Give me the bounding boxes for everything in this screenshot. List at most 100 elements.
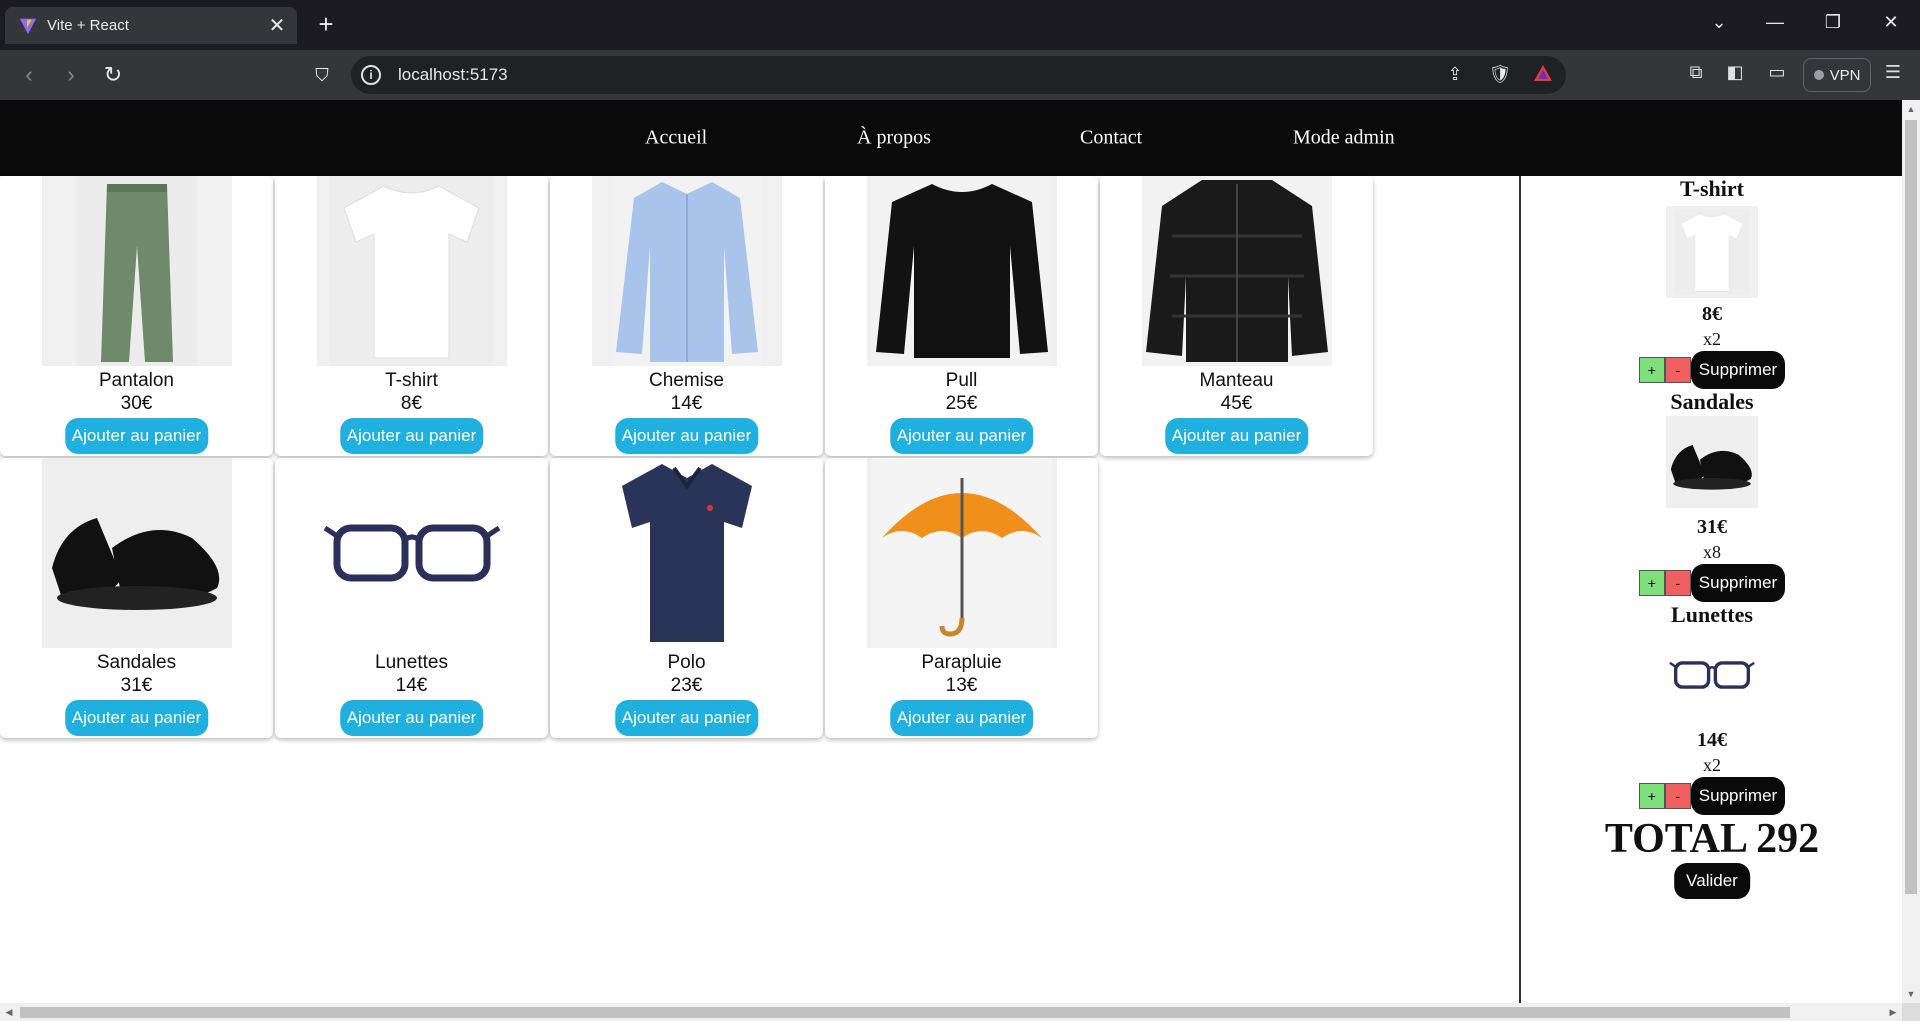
restore-icon[interactable]: ❐	[1818, 12, 1848, 33]
increase-qty-button[interactable]: +	[1638, 783, 1665, 809]
product-image	[1141, 176, 1332, 366]
product-name: Polo	[667, 652, 706, 673]
product-card: Chemise 14€ Ajouter au panier	[550, 176, 823, 456]
product-image	[591, 176, 782, 366]
nav-link-contact[interactable]: Contact	[1080, 127, 1142, 150]
product-name: Sandales	[96, 652, 177, 673]
sandals-icon	[1666, 416, 1758, 508]
scroll-up-icon[interactable]: ▲	[1902, 100, 1920, 118]
product-grid: Pantalon 30€ Ajouter au panier T-shirt 8…	[0, 176, 1380, 756]
forward-icon[interactable]: ›	[57, 62, 85, 88]
scroll-down-icon[interactable]: ▼	[1902, 985, 1920, 1003]
brave-rewards-icon[interactable]	[1531, 64, 1555, 87]
add-to-cart-button[interactable]: Ajouter au panier	[1164, 418, 1309, 454]
polo-icon	[621, 464, 752, 642]
add-to-cart-button[interactable]: Ajouter au panier	[64, 418, 209, 454]
cart-item-image	[1666, 416, 1758, 508]
remove-item-button[interactable]: Supprimer	[1690, 777, 1786, 815]
horizontal-scroll-thumb[interactable]	[20, 1007, 1790, 1018]
add-to-cart-button[interactable]: Ajouter au panier	[889, 418, 1034, 454]
vite-logo-icon	[19, 18, 37, 34]
product-card: Polo 23€ Ajouter au panier	[550, 458, 823, 738]
vpn-button[interactable]: VPN	[1803, 58, 1871, 92]
product-card: Pantalon 30€ Ajouter au panier	[0, 176, 273, 456]
vertical-scrollbar[interactable]: ▲ ▼	[1902, 100, 1920, 1005]
scroll-left-icon[interactable]: ◀	[0, 1003, 18, 1021]
product-price: 14€	[395, 675, 428, 696]
product-price: 30€	[120, 393, 153, 414]
remove-item-button[interactable]: Supprimer	[1690, 351, 1786, 389]
wallet-icon[interactable]: ▭	[1764, 62, 1790, 83]
product-card: T-shirt 8€ Ajouter au panier	[275, 176, 548, 456]
nav-link-mode-admin[interactable]: Mode admin	[1293, 127, 1395, 150]
scrollbar-corner	[1902, 1003, 1920, 1021]
decrease-qty-button[interactable]: -	[1664, 357, 1691, 383]
add-to-cart-button[interactable]: Ajouter au panier	[339, 418, 484, 454]
nav-link-a-propos[interactable]: À propos	[857, 127, 931, 150]
cart-panel: T-shirt 8€ x2 + - Supprimer Sandales 31€…	[1521, 176, 1903, 1006]
tshirt-icon	[329, 176, 494, 366]
add-to-cart-button[interactable]: Ajouter au panier	[64, 700, 209, 736]
close-window-icon[interactable]: ✕	[1876, 12, 1906, 33]
umbrella-icon	[871, 458, 1052, 648]
site-navbar: Accueil À propos Contact Mode admin	[0, 100, 1902, 176]
browser-toolbar: ‹ › ↻ ⛉ i localhost:5173 ⇪ 🛡 ⧉ ◧ ▭ VPN ☰	[0, 50, 1920, 100]
increase-qty-button[interactable]: +	[1638, 570, 1665, 596]
sidebar-icon[interactable]: ◧	[1722, 62, 1748, 83]
reload-icon[interactable]: ↻	[99, 62, 127, 88]
close-tab-icon[interactable]: ✕	[263, 13, 291, 38]
back-icon[interactable]: ‹	[15, 62, 43, 88]
product-name: T-shirt	[385, 370, 438, 391]
product-image	[591, 458, 782, 648]
cart-item-image	[1666, 629, 1758, 721]
add-to-cart-button[interactable]: Ajouter au panier	[889, 700, 1034, 736]
browser-tab[interactable]: Vite + React ✕	[5, 7, 297, 44]
product-card: Lunettes 14€ Ajouter au panier	[275, 458, 548, 738]
add-to-cart-button[interactable]: Ajouter au panier	[614, 700, 759, 736]
product-image	[41, 458, 232, 648]
product-price: 31€	[120, 675, 153, 696]
minimize-icon[interactable]: —	[1760, 12, 1790, 33]
site-info-icon[interactable]: i	[361, 65, 381, 85]
bookmark-icon[interactable]: ⛉	[308, 62, 336, 88]
sandals-icon	[41, 458, 232, 648]
product-name: Chemise	[649, 370, 724, 391]
share-icon[interactable]: ⇪	[1443, 64, 1467, 85]
increase-qty-button[interactable]: +	[1638, 357, 1665, 383]
product-price: 8€	[400, 393, 423, 414]
product-name: Pantalon	[98, 370, 174, 391]
product-image	[316, 458, 507, 648]
vertical-scroll-thumb[interactable]	[1905, 120, 1917, 894]
decrease-qty-button[interactable]: -	[1664, 570, 1691, 596]
cart-total: TOTAL 292	[1604, 816, 1820, 862]
cart-item-controls: + - Supprimer	[1521, 777, 1903, 815]
add-to-cart-button[interactable]: Ajouter au panier	[614, 418, 759, 454]
product-name: Manteau	[1199, 370, 1274, 391]
cart-item-controls: + - Supprimer	[1521, 564, 1903, 602]
product-image	[316, 176, 507, 366]
remove-item-button[interactable]: Supprimer	[1690, 564, 1786, 602]
address-bar[interactable]: i localhost:5173 ⇪ 🛡	[351, 56, 1566, 94]
decrease-qty-button[interactable]: -	[1664, 783, 1691, 809]
validate-order-button[interactable]: Valider	[1674, 863, 1750, 899]
shirt-icon	[611, 176, 762, 366]
scroll-right-icon[interactable]: ▶	[1884, 1003, 1902, 1021]
product-name: Parapluie	[921, 652, 1002, 673]
new-tab-icon[interactable]: +	[312, 10, 340, 38]
extensions-icon[interactable]: ⧉	[1683, 62, 1709, 83]
tab-search-chevron-icon[interactable]: ⌄	[1704, 12, 1734, 33]
tshirt-icon	[1674, 209, 1750, 295]
cart-item-image	[1666, 206, 1758, 298]
product-price: 13€	[945, 675, 978, 696]
cart-item-price: 31€	[1697, 516, 1727, 538]
add-to-cart-button[interactable]: Ajouter au panier	[339, 700, 484, 736]
product-price: 45€	[1220, 393, 1253, 414]
glasses-icon	[1669, 661, 1755, 689]
nav-link-accueil[interactable]: Accueil	[645, 127, 707, 150]
horizontal-scrollbar[interactable]: ◀ ▶	[0, 1003, 1902, 1021]
product-image	[866, 176, 1057, 366]
hamburger-menu-icon[interactable]: ☰	[1880, 62, 1906, 83]
url-text[interactable]: localhost:5173	[398, 65, 508, 85]
brave-shield-icon[interactable]: 🛡	[1488, 64, 1512, 85]
vpn-label: VPN	[1829, 66, 1861, 84]
